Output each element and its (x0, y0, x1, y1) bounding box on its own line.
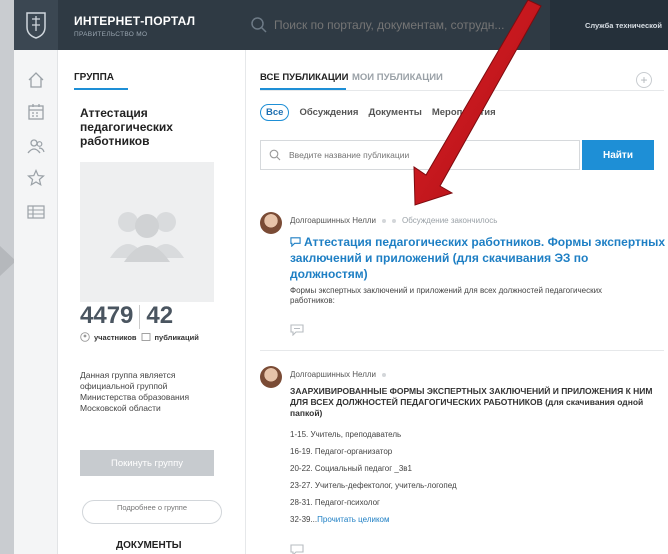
header-search-input[interactable] (274, 18, 524, 32)
post-card: Долгоаршинных Нелли ЗААРХИВИРОВАННЫЕ ФОР… (260, 366, 664, 554)
support-button[interactable]: Служба технической (550, 0, 668, 50)
post-title[interactable]: ЗААРХИВИРОВАННЫЕ ФОРМЫ ЭКСПЕРТНЫХ ЗАКЛЮЧ… (290, 386, 668, 419)
members-count: 4479 (80, 302, 134, 329)
comment-icon[interactable] (290, 544, 304, 554)
add-publication-button[interactable]: + (636, 72, 652, 88)
filter-discussions[interactable]: Обсуждения (299, 107, 358, 118)
post-title[interactable]: Аттестация педагогических работников. Фо… (290, 234, 668, 282)
post-excerpt: Формы экспертных заключений и приложений… (290, 286, 603, 305)
logo[interactable] (14, 0, 58, 50)
group-image (80, 162, 214, 302)
post-meta: Долгоаршинных Нелли Обсуждение закончило… (290, 216, 497, 225)
publications-icon (141, 333, 150, 341)
find-button[interactable]: Найти (582, 140, 654, 170)
discussion-status: Обсуждение закончилось (402, 216, 498, 225)
icon-rail (14, 50, 58, 554)
tab-my-publications[interactable]: МОИ ПУБЛИКАЦИИ (352, 72, 443, 83)
meta-dot (382, 372, 386, 377)
list-icon (27, 205, 45, 219)
leave-group-button[interactable]: Покинуть группу (80, 450, 214, 476)
group-description: Данная группа является официальной групп… (80, 370, 190, 413)
group-heading: ГРУППА (74, 72, 115, 83)
group-name: Аттестация педагогических работников (80, 106, 173, 148)
calendar-icon (28, 104, 44, 120)
group-heading-underline (74, 88, 128, 90)
filter-events[interactable]: Мероприятия (432, 107, 496, 118)
members-icon (80, 332, 90, 342)
rail-calendar[interactable] (26, 102, 46, 122)
publication-filters: Все Обсуждения Документы Мероприятия (260, 104, 496, 121)
rail-home[interactable] (26, 70, 46, 90)
rail-list[interactable] (26, 202, 46, 222)
brand-title[interactable]: ИНТЕРНЕТ-ПОРТАЛ (74, 14, 195, 28)
post-line: 16-19. Педагог-организатор (290, 447, 393, 456)
discussion-icon (290, 237, 301, 248)
comment-icon[interactable] (290, 324, 304, 336)
post-card: Долгоаршинных Нелли Обсуждение закончило… (260, 212, 665, 352)
publications-count: 42 (146, 302, 174, 329)
home-icon (28, 72, 44, 88)
post-line-last: 32-39...Прочитать целиком (290, 515, 457, 532)
tab-all-publications[interactable]: ВСЕ ПУБЛИКАЦИИ (260, 72, 348, 83)
people-icon (27, 139, 45, 154)
outer-left-strip (0, 0, 14, 554)
publications-label: публикаций (154, 332, 199, 342)
brand-subtitle: ПРАВИТЕЛЬСТВО МО (74, 31, 148, 38)
post-line-prefix: 32-39... (290, 515, 318, 524)
portal-frame: ИНТЕРНЕТ-ПОРТАЛ ПРАВИТЕЛЬСТВО МО Служба … (14, 0, 668, 554)
meta-dot (392, 218, 396, 223)
members-label: участников (94, 332, 137, 342)
meta-dot (382, 218, 386, 223)
group-people-icon (110, 212, 184, 262)
author-name[interactable]: Долгоаршинных Нелли (290, 370, 376, 379)
search-icon (251, 17, 267, 33)
post-line: 28-31. Педагог-психолог (290, 498, 380, 507)
author-avatar[interactable] (260, 366, 282, 388)
header-search[interactable] (250, 12, 526, 38)
group-details-button[interactable]: Подробнее о группе (82, 500, 222, 524)
post-line: 20-22. Социальный педагог _3в1 (290, 464, 412, 473)
star-icon (27, 169, 45, 187)
group-sidebar: ГРУППА Аттестация педагогических работни… (58, 50, 246, 554)
group-stats: 4479 42 (80, 302, 173, 330)
post-line: 23-27. Учитель-дефектолог, учитель-логоп… (290, 481, 457, 490)
filter-documents[interactable]: Документы (368, 107, 421, 118)
stat-labels: участников публикаций (80, 332, 199, 342)
filter-all[interactable]: Все (260, 104, 290, 121)
post-lines: 1-15. Учитель, преподаватель 16-19. Педа… (290, 430, 457, 532)
publication-search-input[interactable] (289, 150, 569, 160)
plus-icon: + (640, 73, 648, 87)
post-title-text[interactable]: Аттестация педагогических работников. Фо… (290, 235, 665, 281)
coat-of-arms-icon (26, 12, 46, 39)
post-divider (260, 350, 664, 351)
documents-heading: ДОКУМЕНТЫ (116, 540, 182, 551)
post-line: 1-15. Учитель, преподаватель (290, 430, 402, 439)
tabs-divider (260, 90, 664, 91)
top-header: ИНТЕРНЕТ-ПОРТАЛ ПРАВИТЕЛЬСТВО МО Служба … (14, 0, 668, 50)
publication-search[interactable] (260, 140, 580, 170)
main-content: ВСЕ ПУБЛИКАЦИИ МОИ ПУБЛИКАЦИИ + Все Обсу… (246, 50, 668, 554)
author-avatar[interactable] (260, 212, 282, 234)
post-meta: Долгоаршинных Нелли (290, 370, 386, 379)
author-name[interactable]: Долгоаршинных Нелли (290, 216, 376, 225)
search-icon (269, 149, 281, 161)
read-more-link[interactable]: Прочитать целиком (317, 515, 389, 524)
rail-favorites[interactable] (26, 168, 46, 188)
rail-people[interactable] (26, 136, 46, 156)
